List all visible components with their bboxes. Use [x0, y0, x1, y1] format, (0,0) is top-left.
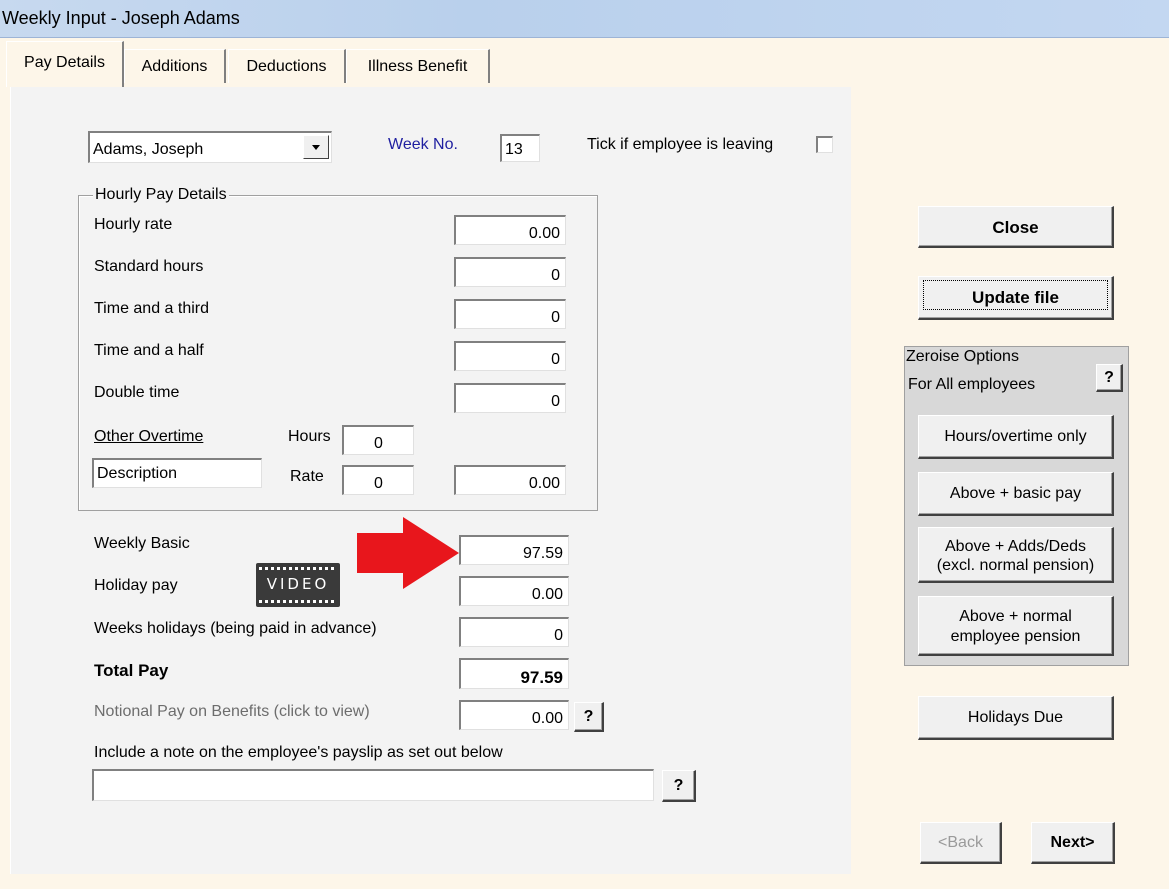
overtime-description-field[interactable]: Description — [92, 458, 262, 488]
hourly-rate-field[interactable]: 0.00 — [454, 215, 566, 245]
notional-pay-label[interactable]: Notional Pay on Benefits (click to view) — [94, 703, 370, 721]
time-third-label: Time and a third — [94, 300, 210, 317]
next-button-label: Next> — [1050, 834, 1095, 851]
overtime-hours-field[interactable]: 0 — [342, 425, 414, 455]
overtime-hours-label: Hours — [288, 428, 331, 445]
hourly-rate-label: Hourly rate — [94, 216, 173, 233]
dropdown-button[interactable] — [303, 135, 329, 159]
zeroise-help-button[interactable]: ? — [1096, 364, 1123, 392]
zeroise-subtitle: For All employees — [908, 376, 1036, 393]
close-button[interactable]: Close — [918, 206, 1114, 248]
employee-select-value: Adams, Joseph — [93, 141, 204, 158]
double-time-label: Double time — [94, 384, 180, 401]
holiday-pay-label: Holiday pay — [94, 577, 178, 594]
note-help-button[interactable]: ? — [662, 770, 696, 802]
time-half-field[interactable]: 0 — [454, 341, 566, 371]
total-pay-field: 97.59 — [459, 658, 569, 689]
back-button[interactable]: <Back — [920, 822, 1002, 864]
payslip-note-label: Include a note on the employee's payslip… — [94, 744, 503, 761]
back-button-label: <Back — [938, 834, 983, 851]
window-title: Weekly Input - Joseph Adams — [2, 8, 240, 28]
holidays-due-button[interactable]: Holidays Due — [918, 696, 1114, 740]
weekly-basic-label: Weekly Basic — [94, 535, 190, 552]
tab-deductions[interactable]: Deductions — [228, 49, 346, 83]
zeroise-pension-button[interactable]: Above + normal employee pension — [918, 596, 1114, 656]
tab-illness-benefit[interactable]: Illness Benefit — [346, 49, 490, 83]
zeroise-legend: Zeroise Options — [906, 348, 1019, 366]
notional-pay-field[interactable]: 0.00 — [459, 700, 569, 730]
other-overtime-label[interactable]: Other Overtime — [94, 428, 203, 446]
week-number-field[interactable]: 13 — [500, 134, 540, 162]
double-time-field[interactable]: 0 — [454, 383, 566, 413]
close-button-label: Close — [992, 218, 1039, 237]
zeroise-hours-overtime-button[interactable]: Hours/overtime only — [918, 415, 1114, 459]
video-icon[interactable]: VIDEO — [256, 563, 340, 607]
zeroise-adds-deds-button[interactable]: Above + Adds/Deds (excl. normal pension) — [918, 527, 1114, 583]
time-half-label: Time and a half — [94, 342, 204, 359]
zeroise-pension-line1: Above + normal — [959, 608, 1072, 625]
payslip-note-field[interactable] — [92, 769, 654, 801]
time-third-field[interactable]: 0 — [454, 299, 566, 329]
overtime-rate-label: Rate — [290, 468, 324, 485]
chevron-down-icon — [312, 145, 320, 150]
leaving-label: Tick if employee is leaving — [587, 136, 774, 153]
total-pay-label: Total Pay — [94, 661, 169, 680]
notional-help-button[interactable]: ? — [574, 702, 604, 732]
next-button[interactable]: Next> — [1031, 822, 1115, 864]
leaving-checkbox[interactable] — [816, 136, 833, 153]
red-arrow-icon — [357, 517, 459, 589]
overtime-rate-field[interactable]: 0 — [342, 465, 414, 495]
tab-additions[interactable]: Additions — [124, 49, 226, 83]
window-titlebar: Weekly Input - Joseph Adams — [0, 0, 1169, 38]
update-file-button-label: Update file — [972, 288, 1059, 307]
employee-select[interactable]: Adams, Joseph — [88, 131, 332, 163]
weeks-holidays-field[interactable]: 0 — [459, 617, 569, 647]
standard-hours-label: Standard hours — [94, 258, 204, 275]
zeroise-pension-line2: employee pension — [950, 628, 1081, 645]
standard-hours-field[interactable]: 0 — [454, 257, 566, 287]
tab-pay-details[interactable]: Pay Details — [6, 41, 124, 87]
zeroise-adds-deds-line1: Above + Adds/Deds — [945, 538, 1086, 555]
tab-strip: Pay Details Additions Deductions Illness… — [0, 37, 1169, 89]
hourly-pay-legend: Hourly Pay Details — [93, 186, 229, 204]
holiday-pay-field[interactable]: 0.00 — [459, 576, 569, 606]
weekly-basic-field[interactable]: 97.59 — [459, 535, 569, 565]
video-label: VIDEO — [266, 575, 330, 593]
update-file-button[interactable]: Update file — [918, 276, 1114, 320]
overtime-amount-field[interactable]: 0.00 — [454, 465, 566, 495]
zeroise-basic-pay-button[interactable]: Above + basic pay — [918, 472, 1114, 516]
weeks-holidays-label: Weeks holidays (being paid in advance) — [94, 620, 377, 637]
zeroise-adds-deds-line2: (excl. normal pension) — [936, 557, 1095, 574]
week-label: Week No. — [388, 136, 458, 153]
